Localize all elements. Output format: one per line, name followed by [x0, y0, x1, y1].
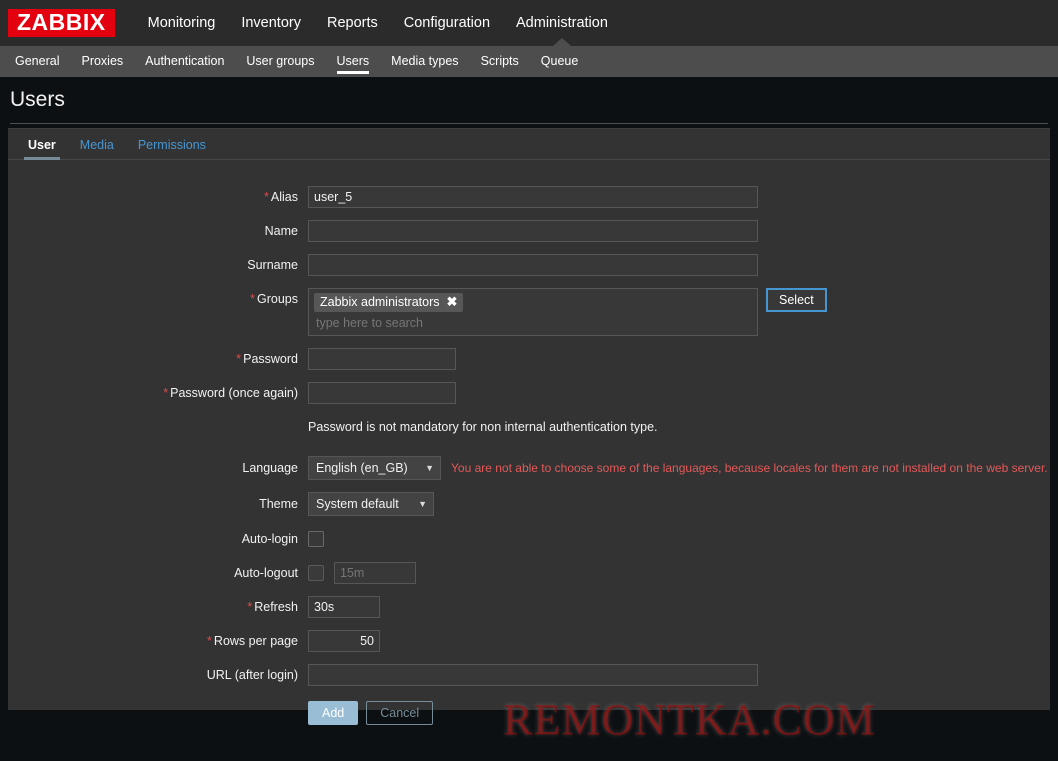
subnav-item-scripts[interactable]: Scripts — [470, 46, 530, 77]
subnav-item-user-groups[interactable]: User groups — [235, 46, 325, 77]
header-divider — [10, 123, 1048, 124]
page-title: Users — [10, 88, 65, 111]
rows-per-page-input[interactable] — [308, 630, 380, 652]
label-groups: * Groups — [250, 292, 298, 306]
label-alias: * Alias — [264, 190, 298, 204]
password-again-input[interactable] — [308, 382, 456, 404]
label-password: * Password — [236, 352, 298, 366]
topnav-item-inventory[interactable]: Inventory — [228, 0, 314, 46]
form-row-alias: * Alias — [8, 186, 1050, 208]
alias-input[interactable] — [308, 186, 758, 208]
topnav-item-reports[interactable]: Reports — [314, 0, 391, 46]
required-marker: * — [264, 190, 269, 204]
form-row-language: Language English (en_GB) ▼ You are not a… — [8, 456, 1050, 480]
zabbix-logo[interactable]: ZABBIX — [8, 9, 115, 37]
group-chip[interactable]: Zabbix administrators ✖ — [314, 293, 464, 312]
label-refresh: * Refresh — [247, 600, 298, 614]
theme-select-value: System default — [316, 497, 399, 511]
form-row-password-again: * Password (once again) — [8, 382, 1050, 404]
refresh-input[interactable] — [308, 596, 380, 618]
required-marker: * — [247, 600, 253, 614]
url-after-login-input[interactable] — [308, 664, 758, 686]
label-theme: Theme — [259, 497, 298, 511]
language-warning-text: You are not able to choose some of the l… — [451, 461, 1048, 475]
surname-input[interactable] — [308, 254, 758, 276]
cancel-button[interactable]: Cancel — [366, 701, 434, 725]
groups-search-placeholder[interactable]: type here to search — [314, 312, 752, 332]
required-marker: * — [163, 386, 169, 400]
form-row-groups: * Groups Zabbix administrators ✖ type her… — [8, 288, 1050, 336]
password-hint-text: Password is not mandatory for non intern… — [308, 420, 658, 434]
chevron-down-icon: ▼ — [425, 463, 434, 473]
label-language: Language — [242, 461, 298, 475]
label-surname: Surname — [247, 258, 298, 272]
page-header: Users — [0, 77, 1058, 123]
form-row-password-hint: Password is not mandatory for non intern… — [8, 416, 1050, 438]
password-input[interactable] — [308, 348, 456, 370]
language-select[interactable]: English (en_GB) ▼ — [308, 456, 441, 480]
auto-login-checkbox[interactable] — [308, 531, 324, 547]
topnav-item-monitoring[interactable]: Monitoring — [135, 0, 229, 46]
form-tabs: User Media Permissions — [8, 129, 1050, 160]
tab-permissions[interactable]: Permissions — [126, 138, 218, 159]
label-rows-per-page: * Rows per page — [207, 634, 298, 648]
form-row-rows-per-page: * Rows per page — [8, 630, 1050, 652]
close-icon[interactable]: ✖ — [447, 295, 458, 308]
form-row-auto-logout: Auto-logout — [8, 562, 1050, 584]
form-row-refresh: * Refresh — [8, 596, 1050, 618]
select-groups-button[interactable]: Select — [766, 288, 827, 312]
tab-user[interactable]: User — [16, 138, 68, 160]
subnav-item-general[interactable]: General — [4, 46, 70, 77]
topnav-item-configuration[interactable]: Configuration — [391, 0, 503, 46]
sub-navigation: General Proxies Authentication User grou… — [0, 46, 1058, 77]
groups-multiselect[interactable]: Zabbix administrators ✖ type here to sea… — [308, 288, 758, 336]
auto-logout-input[interactable] — [334, 562, 416, 584]
subnav-item-authentication[interactable]: Authentication — [134, 46, 235, 77]
subnav-item-users[interactable]: Users — [326, 46, 381, 77]
name-input[interactable] — [308, 220, 758, 242]
theme-select[interactable]: System default ▼ — [308, 492, 434, 516]
add-button[interactable]: Add — [308, 701, 359, 725]
form-row-surname: Surname — [8, 254, 1050, 276]
user-form: *Alias Name Surname — [8, 160, 1050, 725]
subnav-item-media-types[interactable]: Media types — [380, 46, 469, 77]
app-root: ZABBIX Monitoring Inventory Reports Conf… — [0, 0, 1058, 761]
subnav-item-queue[interactable]: Queue — [530, 46, 590, 77]
label-password-again: * Password (once again) — [163, 386, 298, 400]
label-auto-login: Auto-login — [241, 532, 298, 546]
top-navigation: ZABBIX Monitoring Inventory Reports Conf… — [0, 0, 1058, 46]
user-form-panel: User Media Permissions *Alias Name — [8, 128, 1050, 725]
label-auto-logout: Auto-logout — [234, 566, 298, 580]
required-marker: * — [250, 292, 255, 306]
required-marker: * — [236, 352, 242, 366]
group-chip-label: Zabbix administrators — [320, 295, 440, 309]
tab-media[interactable]: Media — [68, 138, 126, 159]
subnav-item-proxies[interactable]: Proxies — [70, 46, 134, 77]
form-row-url-after-login: URL (after login) — [8, 664, 1050, 686]
form-row-actions: Add Cancel — [8, 701, 1050, 725]
top-navigation-items: Monitoring Inventory Reports Configurati… — [135, 0, 621, 46]
topnav-item-administration[interactable]: Administration — [503, 0, 621, 46]
label-url-after-login: URL (after login) — [206, 668, 298, 682]
required-marker: * — [207, 634, 212, 648]
form-row-theme: Theme System default ▼ — [8, 492, 1050, 516]
language-select-value: English (en_GB) — [316, 461, 408, 475]
form-row-auto-login: Auto-login — [8, 528, 1050, 550]
form-row-password: * Password — [8, 348, 1050, 370]
form-row-name: Name — [8, 220, 1050, 242]
label-name: Name — [264, 224, 298, 238]
chevron-down-icon: ▼ — [418, 499, 427, 509]
auto-logout-checkbox[interactable] — [308, 565, 324, 581]
